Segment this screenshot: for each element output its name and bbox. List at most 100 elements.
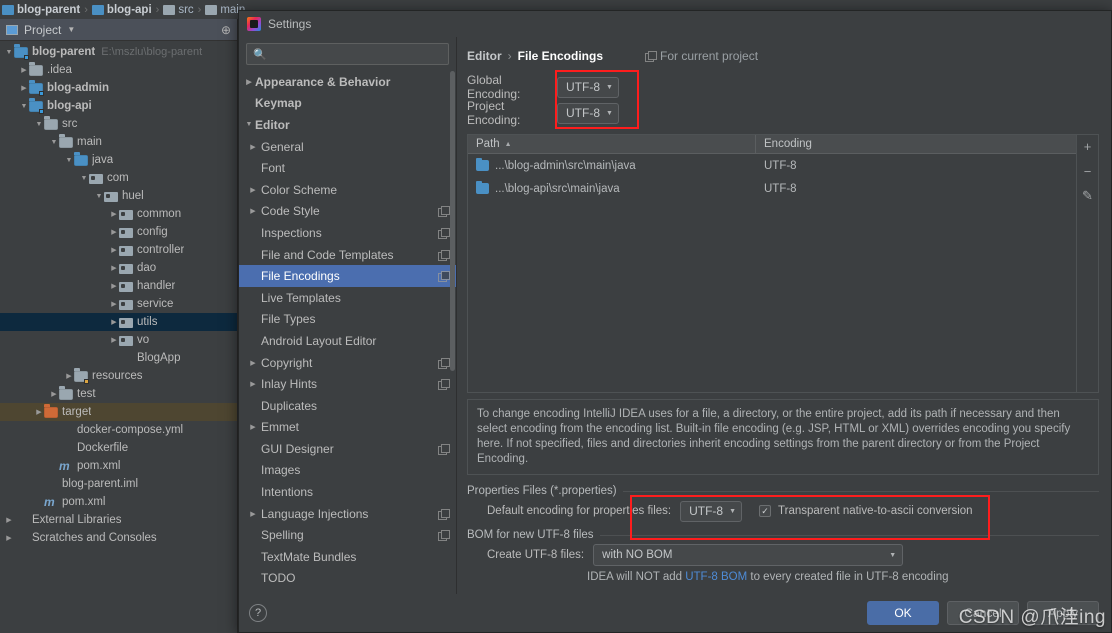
project-tree-item[interactable]: ▼ com [0, 169, 237, 187]
chevron-right-icon[interactable]: ▶ [64, 372, 74, 380]
project-tree-item[interactable]: ▶ controller [0, 241, 237, 259]
settings-nav-list[interactable]: ▶ Appearance & Behavior Keymap ▼ Editor ▶ Gene… [239, 71, 456, 594]
project-tree-item[interactable]: ▶ .idea [0, 61, 237, 79]
settings-nav-item-inlay-hints[interactable]: ▶ Inlay Hints [239, 373, 456, 395]
chevron-down-icon[interactable]: ▼ [243, 121, 255, 128]
settings-nav-item-file-encodings[interactable]: File Encodings [239, 265, 456, 287]
chevron-right-icon[interactable]: ▶ [4, 516, 14, 524]
copy-icon[interactable] [438, 357, 450, 369]
chevron-right-icon[interactable]: ▶ [109, 264, 119, 272]
settings-nav-item-editor[interactable]: ▼ Editor [239, 114, 456, 136]
project-panel-header[interactable]: Project ▼ ⊕ [0, 19, 237, 41]
settings-nav-item-font[interactable]: Font [239, 157, 456, 179]
chevron-down-icon[interactable]: ▼ [49, 139, 59, 146]
edit-button[interactable]: ✎ [1080, 188, 1096, 204]
chevron-right-icon[interactable]: ▶ [247, 510, 259, 518]
column-header-encoding[interactable]: Encoding [756, 135, 1076, 153]
chevron-down-icon[interactable]: ▼ [4, 49, 14, 56]
project-tree-item[interactable]: ▶ config [0, 223, 237, 241]
project-tree-item[interactable]: ▶ External Libraries [0, 511, 237, 529]
chevron-right-icon[interactable]: ▶ [4, 534, 14, 542]
project-tree-item[interactable]: m pom.xml [0, 493, 237, 511]
row-encoding-cell[interactable]: UTF-8 [756, 183, 1076, 195]
transparent-conversion-checkbox[interactable]: ✓ Transparent native-to-ascii conversion [759, 505, 973, 517]
project-tree-item[interactable]: ▶ resources [0, 367, 237, 385]
project-tree-item[interactable]: blog-parent.iml [0, 475, 237, 493]
settings-nav-item-gui-designer[interactable]: GUI Designer [239, 438, 456, 460]
project-tree-item[interactable]: ▼ main [0, 133, 237, 151]
project-tree-item[interactable]: ▼ blog-api [0, 97, 237, 115]
chevron-right-icon[interactable]: ▶ [49, 390, 59, 398]
settings-nav-item-inspections[interactable]: Inspections [239, 222, 456, 244]
chevron-right-icon[interactable]: ▶ [247, 423, 259, 431]
properties-encoding-dropdown[interactable]: UTF-8 ▼ [680, 500, 743, 522]
settings-nav-item-live-templates[interactable]: Live Templates [239, 287, 456, 309]
chevron-right-icon[interactable]: ▶ [247, 186, 259, 194]
copy-icon[interactable] [438, 443, 450, 455]
settings-nav-item-code-style[interactable]: ▶ Code Style [239, 201, 456, 223]
crosshair-icon[interactable]: ⊕ [221, 23, 231, 37]
table-row[interactable]: ...\blog-api\src\main\java UTF-8 [468, 177, 1076, 200]
cancel-button[interactable]: Cancel [947, 601, 1019, 625]
chevron-right-icon[interactable]: ▶ [109, 210, 119, 218]
chevron-down-icon[interactable]: ▼ [79, 175, 89, 182]
chevron-right-icon[interactable]: ▶ [247, 143, 259, 151]
bom-dropdown[interactable]: with NO BOM ▼ [593, 544, 904, 566]
settings-nav-item-color-scheme[interactable]: ▶ Color Scheme [239, 179, 456, 201]
copy-icon[interactable] [438, 508, 450, 520]
settings-nav-item-appearance-behavior[interactable]: ▶ Appearance & Behavior [239, 71, 456, 93]
settings-nav-item-file-types[interactable]: File Types [239, 309, 456, 331]
bom-hint-link[interactable]: UTF-8 BOM [685, 571, 747, 583]
chevron-right-icon[interactable]: ▶ [19, 66, 29, 74]
settings-nav-item-spelling[interactable]: Spelling [239, 524, 456, 546]
chevron-down-icon[interactable]: ▼ [19, 103, 29, 110]
help-button[interactable]: ? [249, 604, 267, 622]
project-tree[interactable]: ▼ blog-parent E:\mszlu\blog-parent ▶ .idea ▶ b… [0, 41, 237, 633]
copy-icon[interactable] [438, 249, 450, 261]
breadcrumb-item[interactable]: blog-parent [2, 4, 80, 16]
project-tree-item[interactable]: Dockerfile [0, 439, 237, 457]
chevron-right-icon[interactable]: ▶ [109, 318, 119, 326]
settings-nav-item-duplicates[interactable]: Duplicates [239, 395, 456, 417]
settings-nav-item-textmate-bundles[interactable]: TextMate Bundles [239, 546, 456, 568]
chevron-right-icon[interactable]: ▶ [247, 380, 259, 388]
row-encoding-cell[interactable]: UTF-8 [756, 160, 1076, 172]
breadcrumb-parent[interactable]: Editor [467, 49, 502, 63]
chevron-right-icon[interactable]: ▶ [109, 246, 119, 254]
chevron-down-icon[interactable]: ▼ [94, 193, 104, 200]
settings-nav-item-android-layout-editor[interactable]: Android Layout Editor [239, 330, 456, 352]
project-tree-item[interactable]: m pom.xml [0, 457, 237, 475]
project-tree-item[interactable]: ▼ src [0, 115, 237, 133]
chevron-right-icon[interactable]: ▶ [109, 228, 119, 236]
nav-scrollbar[interactable] [450, 71, 455, 371]
project-tree-item[interactable]: ▼ blog-parent E:\mszlu\blog-parent [0, 43, 237, 61]
project-tree-item[interactable]: ▶ handler [0, 277, 237, 295]
project-tree-item[interactable]: ▼ java [0, 151, 237, 169]
chevron-right-icon[interactable]: ▶ [247, 207, 259, 215]
settings-nav-item-todo[interactable]: TODO [239, 568, 456, 590]
project-tree-item[interactable]: ▶ Scratches and Consoles [0, 529, 237, 547]
breadcrumb-item[interactable]: src [163, 4, 194, 16]
chevron-right-icon[interactable]: ▶ [19, 84, 29, 92]
copy-icon[interactable] [438, 227, 450, 239]
project-tree-item[interactable]: ▶ common [0, 205, 237, 223]
project-tree-item[interactable]: ▶ utils [0, 313, 237, 331]
settings-nav-item-images[interactable]: Images [239, 460, 456, 482]
chevron-down-icon[interactable]: ▼ [34, 121, 44, 128]
table-row[interactable]: ...\blog-admin\src\main\java UTF-8 [468, 154, 1076, 177]
settings-nav-item-general[interactable]: ▶ General [239, 136, 456, 158]
copy-icon[interactable] [438, 206, 450, 218]
copy-icon[interactable] [438, 271, 450, 283]
breadcrumb-item[interactable]: blog-api [91, 4, 152, 16]
chevron-right-icon[interactable]: ▶ [243, 78, 255, 86]
chevron-right-icon[interactable]: ▶ [109, 300, 119, 308]
chevron-right-icon[interactable]: ▶ [109, 282, 119, 290]
add-button[interactable]: + [1080, 138, 1096, 154]
apply-button[interactable]: Apply [1027, 601, 1099, 625]
chevron-down-icon[interactable]: ▼ [67, 25, 75, 34]
project-tree-item[interactable]: ▼ huel [0, 187, 237, 205]
project-tree-item[interactable]: docker-compose.yml [0, 421, 237, 439]
settings-nav-item-emmet[interactable]: ▶ Emmet [239, 417, 456, 439]
project-tree-item[interactable]: ▶ service [0, 295, 237, 313]
chevron-right-icon[interactable]: ▶ [34, 408, 44, 416]
